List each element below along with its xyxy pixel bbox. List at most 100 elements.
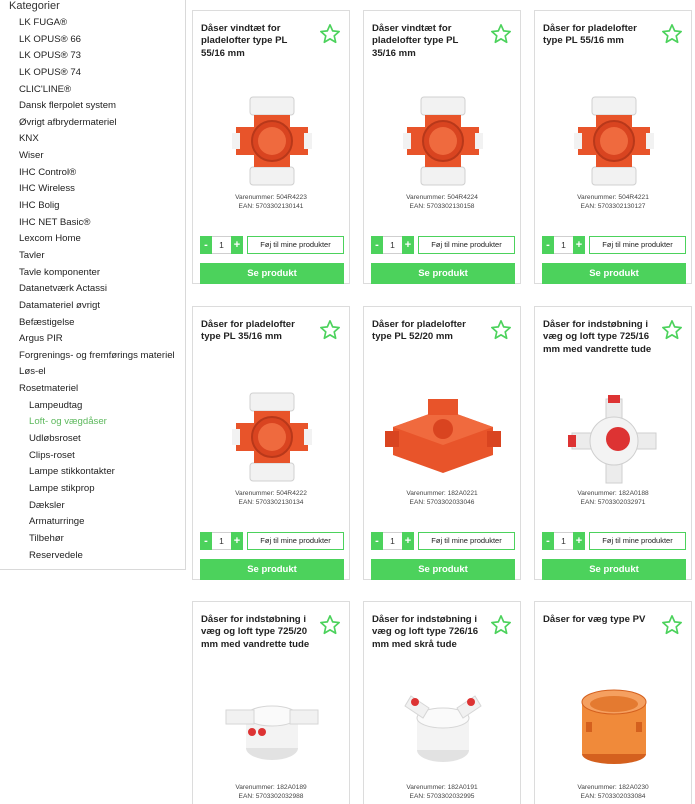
subcategory-item[interactable]: Reservedele [29,548,175,565]
category-item[interactable]: IHC Control® [19,165,175,182]
qty-input[interactable]: 1 [383,532,402,550]
ean-number: EAN: 5703302130141 [238,203,304,210]
favorite-star-icon[interactable] [319,319,341,341]
add-to-my-products-button[interactable]: Føj til mine produkter [418,532,515,550]
qty-decrease-button[interactable]: - [200,236,212,254]
product-name[interactable]: Dåser vindtæt for pladelofter type PL 35… [372,23,482,60]
add-to-my-products-button[interactable]: Føj til mine produkter [589,532,686,550]
subcategory-item[interactable]: Udløbsroset [29,431,175,448]
favorite-star-icon[interactable] [661,23,683,45]
category-item[interactable]: Tavle komponenter [19,265,175,282]
product-name[interactable]: Dåser for indstøbning i væg og loft type… [372,614,482,651]
sku-number: Varenummer: 182A0189 [235,784,307,791]
category-item[interactable]: Tavler [19,248,175,265]
product-name[interactable]: Dåser for væg type PV [543,614,653,626]
view-product-button[interactable]: Se produkt [542,263,686,284]
product-image[interactable] [378,387,508,487]
category-item[interactable]: LK OPUS® 73 [19,48,175,65]
qty-increase-button[interactable]: + [573,236,585,254]
product-image[interactable] [222,678,322,778]
qty-input[interactable]: 1 [383,236,402,254]
product-name[interactable]: Dåser for indstøbning i væg og loft type… [543,319,653,356]
subcategory-item[interactable]: Clips-roset [29,448,175,465]
view-product-button[interactable]: Se produkt [542,559,686,580]
view-product-button[interactable]: Se produkt [371,263,515,284]
ean-number: EAN: 5703302130158 [409,203,475,210]
qty-decrease-button[interactable]: - [542,236,554,254]
qty-decrease-button[interactable]: - [371,532,383,550]
qty-increase-button[interactable]: + [402,236,414,254]
add-to-my-products-button[interactable]: Føj til mine produkter [589,236,686,254]
product-name[interactable]: Dåser for pladelofter type PL 55/16 mm [543,23,653,48]
product-image[interactable] [393,678,493,778]
subcategory-item[interactable]: Dæksler [29,498,175,515]
category-item[interactable]: Datamateriel øvrigt [19,298,175,315]
product-name[interactable]: Dåser for indstøbning i væg og loft type… [201,614,311,651]
product-name[interactable]: Dåser for pladelofter type PL 35/16 mm [201,319,311,344]
subcategory-item[interactable]: Tilbehør [29,531,175,548]
subcategory-item[interactable]: Lampe stikkontakter [29,464,175,481]
category-item[interactable]: Rosetmateriel [19,381,175,398]
product-image[interactable] [564,676,664,776]
add-to-my-products-button[interactable]: Føj til mine produkter [418,236,515,254]
subcategory-item[interactable]: Armaturringe [29,514,175,531]
favorite-star-icon[interactable] [661,614,683,636]
category-item[interactable]: Argus PIR [19,331,175,348]
subcategory-item[interactable]: Lampe stikprop [29,481,175,498]
product-name[interactable]: Dåser for pladelofter type PL 52/20 mm [372,319,482,344]
qty-input[interactable]: 1 [554,236,573,254]
quantity-stepper: - 1 + Føj til mine produkter [200,236,344,254]
favorite-star-icon[interactable] [490,614,512,636]
subcategory-item-active[interactable]: Loft- og vægdåser [29,414,175,431]
category-item[interactable]: IHC NET Basic® [19,215,175,232]
category-item[interactable]: KNX [19,131,175,148]
view-product-button[interactable]: Se produkt [371,559,515,580]
category-item[interactable]: Lexcom Home [19,231,175,248]
category-item[interactable]: IHC Bolig [19,198,175,215]
product-name[interactable]: Dåser vindtæt for pladelofter type PL 55… [201,23,311,60]
qty-input[interactable]: 1 [212,236,231,254]
category-item[interactable]: Løs-el [19,364,175,381]
product-image[interactable] [564,91,664,191]
add-to-my-products-button[interactable]: Føj til mine produkter [247,532,344,550]
qty-input[interactable]: 1 [212,532,231,550]
qty-decrease-button[interactable]: - [542,532,554,550]
qty-increase-button[interactable]: + [402,532,414,550]
category-item[interactable]: Øvrigt afbrydermateriel [19,115,175,132]
product-image[interactable] [222,387,322,487]
qty-decrease-button[interactable]: - [200,532,212,550]
view-product-button[interactable]: Se produkt [200,263,344,284]
sku-number: Varenummer: 504R4221 [577,194,649,201]
category-item[interactable]: Wiser [19,148,175,165]
category-item[interactable]: IHC Wireless [19,181,175,198]
sku-number: Varenummer: 504R4222 [235,490,307,497]
favorite-star-icon[interactable] [661,319,683,341]
product-image[interactable] [222,91,322,191]
category-item[interactable]: LK OPUS® 74 [19,65,175,82]
category-item[interactable]: LK OPUS® 66 [19,32,175,49]
category-item[interactable]: CLIC'LINE® [19,82,175,99]
product-card: Dåser for indstøbning i væg og loft type… [363,601,521,804]
favorite-star-icon[interactable] [490,23,512,45]
favorite-star-icon[interactable] [319,23,341,45]
view-product-button[interactable]: Se produkt [200,559,344,580]
quantity-stepper: - 1 + Føj til mine produkter [542,236,686,254]
product-image[interactable] [393,91,493,191]
category-item[interactable]: Datanetværk Actassi [19,281,175,298]
qty-increase-button[interactable]: + [231,236,243,254]
category-item[interactable]: LK FUGA® [19,15,175,32]
category-list: LK FUGA® LK OPUS® 66 LK OPUS® 73 LK OPUS… [19,15,175,564]
add-to-my-products-button[interactable]: Føj til mine produkter [247,236,344,254]
subcategory-item[interactable]: Lampeudtag [29,398,175,415]
category-item[interactable]: Befæstigelse [19,315,175,332]
qty-decrease-button[interactable]: - [371,236,383,254]
qty-input[interactable]: 1 [554,532,573,550]
ean-number: EAN: 5703302033084 [580,793,646,800]
product-image[interactable] [564,391,664,491]
category-item[interactable]: Forgrenings- og fremførings materiel [19,348,175,365]
favorite-star-icon[interactable] [490,319,512,341]
favorite-star-icon[interactable] [319,614,341,636]
qty-increase-button[interactable]: + [573,532,585,550]
qty-increase-button[interactable]: + [231,532,243,550]
category-item[interactable]: Dansk flerpolet system [19,98,175,115]
